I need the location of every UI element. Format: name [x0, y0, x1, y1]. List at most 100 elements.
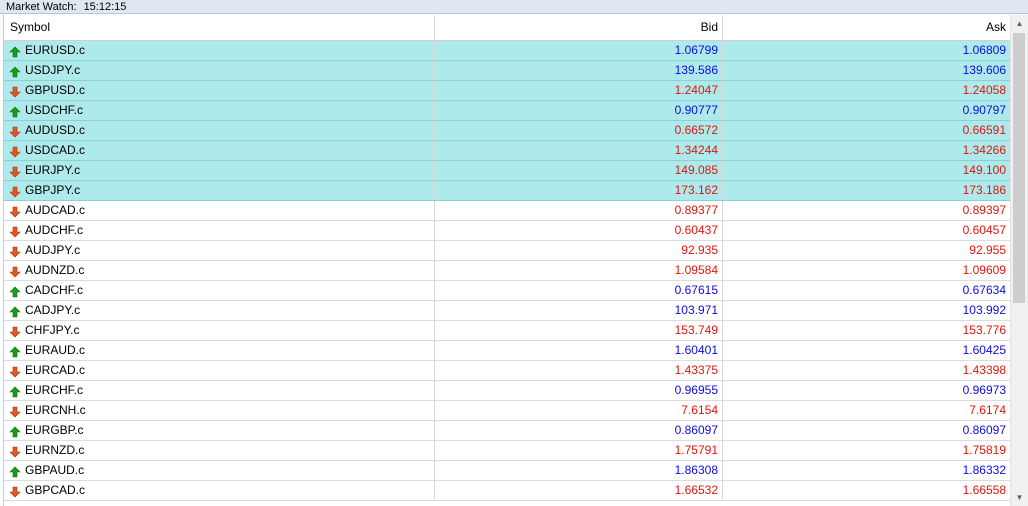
table-row[interactable]: GBPUSD.c 1.24047 1.24058 — [4, 81, 1011, 101]
symbol-name: AUDJPY.c — [25, 243, 81, 257]
symbol-name: EURJPY.c — [25, 163, 81, 177]
ask-cell: 103.992 — [723, 301, 1011, 320]
server-time: 15:12:15 — [83, 1, 127, 13]
symbol-name: USDCHF.c — [25, 103, 84, 117]
symbol-cell: CHFJPY.c — [4, 321, 435, 340]
table-row[interactable]: EURCNH.c 7.6154 7.6174 — [4, 401, 1011, 421]
bid-cell: 1.60401 — [435, 341, 723, 360]
bid-cell: 0.96955 — [435, 381, 723, 400]
symbol-name: EURAUD.c — [25, 343, 86, 357]
scrollbar-thumb[interactable] — [1013, 33, 1025, 303]
ask-cell: 1.06809 — [723, 41, 1011, 60]
ask-cell: 1.34266 — [723, 141, 1011, 160]
ask-cell: 153.776 — [723, 321, 1011, 340]
table-row[interactable]: EURJPY.c 149.085 149.100 — [4, 161, 1011, 181]
table-row[interactable]: AUDCHF.c 0.60437 0.60457 — [4, 221, 1011, 241]
ask-cell: 0.86097 — [723, 421, 1011, 440]
table-row[interactable]: USDCAD.c 1.34244 1.34266 — [4, 141, 1011, 161]
bid-cell: 103.971 — [435, 301, 723, 320]
table-row[interactable]: EURCHF.c 0.96955 0.96973 — [4, 381, 1011, 401]
table-row[interactable]: USDCHF.c 0.90777 0.90797 — [4, 101, 1011, 121]
table-header: Symbol Bid Ask — [4, 15, 1011, 41]
arrow-down-icon — [9, 485, 21, 497]
symbol-cell: EURUSD.c — [4, 41, 435, 60]
bid-cell: 7.6154 — [435, 401, 723, 420]
table-row[interactable]: EURGBP.c 0.86097 0.86097 — [4, 421, 1011, 441]
table-row[interactable]: USDJPY.c 139.586 139.606 — [4, 61, 1011, 81]
arrow-down-icon — [9, 445, 21, 457]
ask-cell: 1.43398 — [723, 361, 1011, 380]
table-row[interactable]: AUDJPY.c 92.935 92.955 — [4, 241, 1011, 261]
symbol-cell: USDCHF.c — [4, 101, 435, 120]
bid-cell: 0.66572 — [435, 121, 723, 140]
symbol-name: GBPUSD.c — [25, 83, 86, 97]
table-row[interactable]: AUDUSD.c 0.66572 0.66591 — [4, 121, 1011, 141]
arrow-up-icon — [9, 45, 21, 57]
symbol-cell: EURCAD.c — [4, 361, 435, 380]
arrow-up-icon — [9, 285, 21, 297]
bid-cell: 1.24047 — [435, 81, 723, 100]
table-row[interactable]: CHFJPY.c 153.749 153.776 — [4, 321, 1011, 341]
symbol-name: GBPCAD.c — [25, 483, 86, 497]
table-row[interactable]: CADCHF.c 0.67615 0.67634 — [4, 281, 1011, 301]
symbol-cell: AUDNZD.c — [4, 261, 435, 280]
symbol-cell: GBPJPY.c — [4, 181, 435, 200]
arrow-up-icon — [9, 465, 21, 477]
symbol-name: EURCAD.c — [25, 363, 86, 377]
bid-cell: 149.085 — [435, 161, 723, 180]
ask-cell: 0.96973 — [723, 381, 1011, 400]
arrow-up-icon — [9, 65, 21, 77]
symbol-cell: CADJPY.c — [4, 301, 435, 320]
table-row[interactable]: EURCAD.c 1.43375 1.43398 — [4, 361, 1011, 381]
arrow-down-icon — [9, 85, 21, 97]
ask-cell: 0.89397 — [723, 201, 1011, 220]
table-row[interactable]: AUDNZD.c 1.09584 1.09609 — [4, 261, 1011, 281]
bid-cell: 139.586 — [435, 61, 723, 80]
table-row[interactable]: EURAUD.c 1.60401 1.60425 — [4, 341, 1011, 361]
ask-cell: 1.24058 — [723, 81, 1011, 100]
arrow-up-icon — [9, 385, 21, 397]
bid-cell: 1.86308 — [435, 461, 723, 480]
symbol-cell: CADCHF.c — [4, 281, 435, 300]
table-row[interactable]: CADJPY.c 103.971 103.992 — [4, 301, 1011, 321]
vertical-scrollbar[interactable]: ▲ ▼ — [1010, 15, 1028, 506]
symbol-name: EURNZD.c — [25, 443, 85, 457]
ask-cell: 7.6174 — [723, 401, 1011, 420]
column-header-bid[interactable]: Bid — [435, 15, 723, 40]
table-row[interactable]: EURNZD.c 1.75791 1.75819 — [4, 441, 1011, 461]
symbol-name: AUDCAD.c — [25, 203, 86, 217]
symbol-cell: AUDJPY.c — [4, 241, 435, 260]
bid-cell: 1.66532 — [435, 481, 723, 500]
table-row[interactable]: EURUSD.c 1.06799 1.06809 — [4, 41, 1011, 61]
symbol-name: CADJPY.c — [25, 303, 81, 317]
table-row[interactable]: AUDCAD.c 0.89377 0.89397 — [4, 201, 1011, 221]
symbol-cell: AUDUSD.c — [4, 121, 435, 140]
arrow-down-icon — [9, 225, 21, 237]
table-row[interactable]: GBPAUD.c 1.86308 1.86332 — [4, 461, 1011, 481]
bid-cell: 0.89377 — [435, 201, 723, 220]
table-row[interactable]: GBPCAD.c 1.66532 1.66558 — [4, 481, 1011, 501]
symbol-cell: USDJPY.c — [4, 61, 435, 80]
bid-cell: 1.75791 — [435, 441, 723, 460]
symbol-cell: USDCAD.c — [4, 141, 435, 160]
arrow-down-icon — [9, 185, 21, 197]
symbol-cell: EURGBP.c — [4, 421, 435, 440]
bid-cell: 0.86097 — [435, 421, 723, 440]
arrow-down-icon — [9, 405, 21, 417]
bid-cell: 0.60437 — [435, 221, 723, 240]
arrow-up-icon — [9, 345, 21, 357]
market-watch-table: Symbol Bid Ask EURUSD.c 1.06799 1.06809 USD… — [3, 15, 1011, 506]
column-header-symbol[interactable]: Symbol — [4, 15, 435, 40]
ask-cell: 0.67634 — [723, 281, 1011, 300]
scroll-down-arrow-icon[interactable]: ▼ — [1011, 489, 1028, 506]
ask-cell: 1.09609 — [723, 261, 1011, 280]
symbol-cell: EURAUD.c — [4, 341, 435, 360]
bid-cell: 1.09584 — [435, 261, 723, 280]
symbol-name: AUDUSD.c — [25, 123, 86, 137]
symbol-name: EURUSD.c — [25, 43, 86, 57]
table-row[interactable]: GBPJPY.c 173.162 173.186 — [4, 181, 1011, 201]
scroll-up-arrow-icon[interactable]: ▲ — [1011, 15, 1028, 32]
column-header-ask[interactable]: Ask — [723, 15, 1011, 40]
ask-cell: 1.86332 — [723, 461, 1011, 480]
bid-cell: 173.162 — [435, 181, 723, 200]
